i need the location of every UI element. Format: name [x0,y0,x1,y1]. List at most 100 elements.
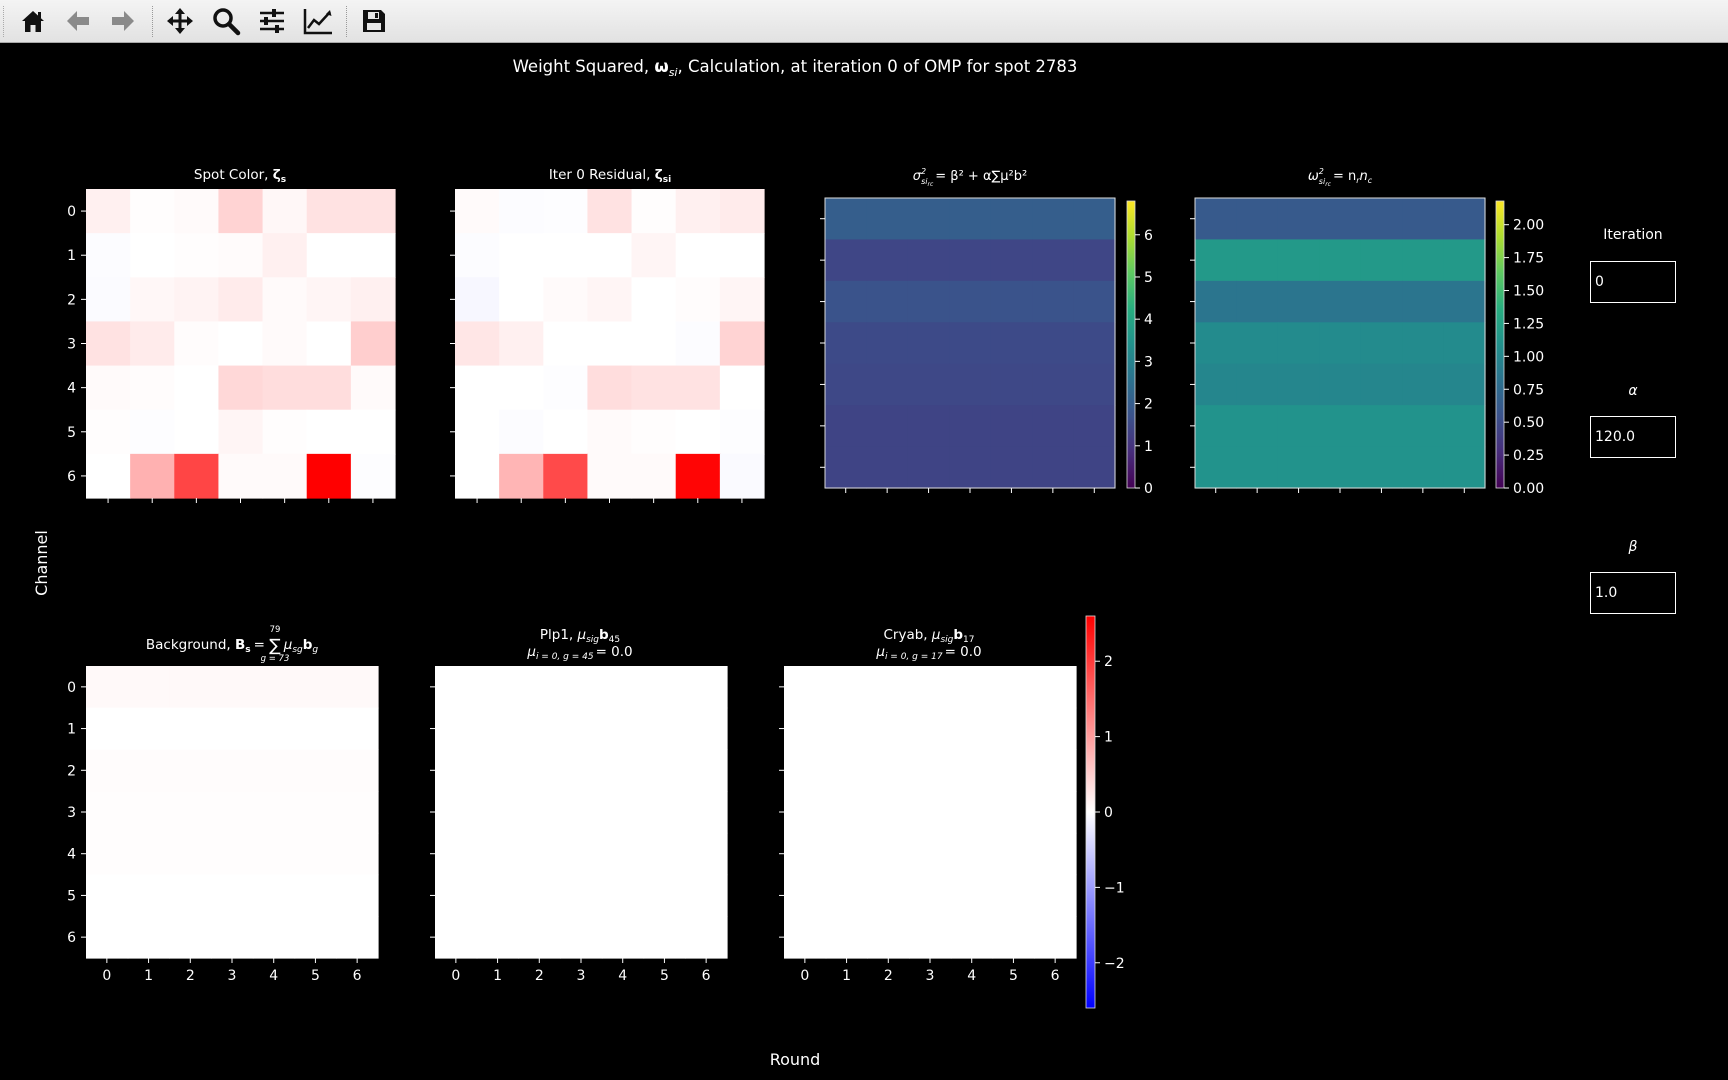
configure-subplots-icon[interactable] [253,3,291,39]
background-xtick-label: 6 [353,968,362,984]
sigma-cell [949,239,992,282]
cryab-cell [1034,791,1077,834]
residual-cell [719,409,765,455]
spot-color-cell [218,321,264,367]
omega-colorbar-tick-label: 0.25 [1513,448,1544,464]
plp1-cell [685,749,728,792]
plp1-cell [601,666,645,709]
cryab-xtick-label: 5 [1009,968,1018,984]
alpha-input[interactable] [1590,416,1676,458]
cryab-xtick-label: 1 [842,968,851,984]
iteration-input[interactable] [1590,261,1676,303]
residual-cell [587,321,633,367]
sigma-cell [907,198,950,241]
residual-cell [631,365,677,411]
omega-cell [1360,239,1403,282]
spot-color-cell [306,233,352,278]
cryab-cell [909,916,952,959]
sigma-cell [949,280,992,323]
plp1-cell [560,874,603,917]
background-cell [336,791,379,834]
diverging-colorbar: −2 −1 0 1 2 [1085,615,1125,1009]
cryab-cell [867,832,910,876]
sigma-colorbar-tick-label: 6 [1144,228,1153,244]
home-icon[interactable] [14,3,52,39]
plp1-cell [643,749,686,792]
background-cell [127,832,171,876]
y-axis-label: Channel [32,530,51,596]
cryab-cell [950,791,994,834]
plp1-cell [685,916,728,959]
sigma-colorbar-tick-label: 2 [1144,397,1153,413]
cryab-cell [992,791,1035,834]
cryab-cell [825,916,869,959]
spot-color-cell [130,277,175,323]
sigma-cell [866,198,909,241]
background-cell [86,916,129,959]
figure-canvas: Weight Squared, ωsi, Calculation, at ite… [32,57,1544,1069]
residual-cell [675,365,721,411]
figure-suptitle: Weight Squared, ωsi, Calculation, at ite… [513,57,1078,79]
sigma-cell [1032,363,1075,406]
plp1-xtick-label: 5 [660,968,669,984]
cryab-cell [867,916,910,959]
spot-color-cell [86,365,131,411]
cryab-cell [909,707,952,751]
omega-colorbar-tick-label: 0.50 [1513,415,1544,431]
sigma-cell [1032,405,1075,448]
omega-cell [1443,405,1486,448]
residual-cell [455,409,500,455]
plp1-cell [601,707,645,751]
omega-cell [1236,239,1279,282]
cryab-cell [825,749,869,792]
omega-cell [1402,446,1445,489]
back-icon[interactable] [59,3,97,39]
residual-cell [543,409,589,455]
background-cell [294,707,337,751]
sigma-colorbar: 0 1 2 3 4 5 6 [1126,200,1153,497]
edit-axis-icon[interactable] [299,3,337,39]
pan-icon[interactable] [161,3,199,39]
plp1-cell [435,791,478,834]
plp1-xtick-label: 0 [451,968,460,984]
plp1-subtitle: μi = 0, g = 45 = 0.0 [526,644,632,662]
diverging-colorbar-tick-label: −2 [1104,956,1125,972]
cryab-cell [867,791,910,834]
background-heatmap: 0 0 1 1 2 2 3 3 4 4 5 5 6 6 [67,666,379,984]
forward-icon[interactable] [104,3,142,39]
diverging-colorbar-tick-label: 2 [1104,654,1113,670]
spot-color-cell [218,409,264,455]
plp1-cell [518,791,561,834]
omega-cell [1277,239,1320,282]
background-cell [336,916,379,959]
omega-cell [1236,446,1279,489]
cryab-cell [992,916,1035,959]
omega-cell [1402,239,1445,282]
residual-cell [719,453,765,499]
residual-cell [719,189,765,234]
background-cell [294,666,337,709]
cryab-cell [1034,707,1077,751]
beta-input[interactable] [1590,572,1676,614]
background-cell [211,666,254,709]
save-icon[interactable] [355,3,393,39]
iteration-label: Iteration [1603,227,1663,243]
background-ytick-label: 0 [67,680,76,696]
sigma-cell [949,446,992,489]
spot-color-title: Spot Color, ζs [194,167,286,185]
toolbar-separator [346,6,347,37]
residual-cell [631,277,677,323]
omega-cell [1402,198,1445,241]
sigma-cell [1073,322,1116,365]
sigma-cell [825,280,868,323]
zoom-icon[interactable] [207,3,245,39]
residual-heatmap [450,189,765,503]
plp1-cell [560,832,603,876]
plp1-cell [560,916,603,959]
omega-cell [1195,322,1238,365]
background-ytick-label: 3 [67,805,76,821]
plp1-cell [643,791,686,834]
cryab-cell [825,707,869,751]
residual-cell [499,365,544,411]
omega-cell [1236,363,1279,406]
